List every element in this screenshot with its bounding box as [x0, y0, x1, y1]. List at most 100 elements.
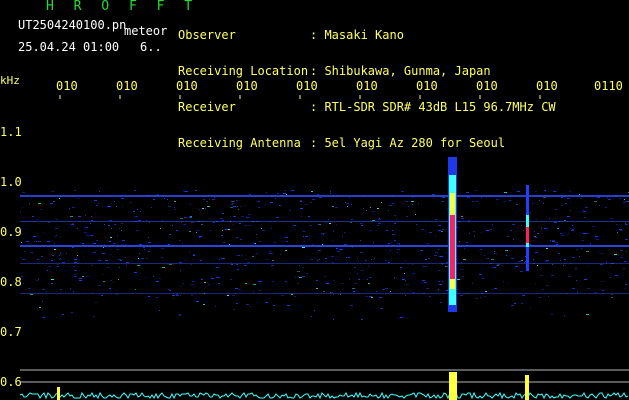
noise-speck: [360, 223, 363, 224]
noise-speck: [412, 197, 413, 198]
noise-speck: [228, 294, 229, 295]
noise-speck: [306, 273, 308, 274]
noise-speck: [318, 259, 320, 260]
noise-speck: [564, 259, 566, 260]
noise-speck: [600, 264, 603, 265]
noise-speck: [192, 259, 193, 260]
noise-speck: [575, 268, 577, 269]
noise-speck: [183, 224, 186, 225]
noise-speck: [72, 207, 75, 208]
noise-speck: [240, 206, 241, 207]
noise-speck: [308, 216, 310, 217]
noise-speck: [561, 197, 563, 198]
noise-speck: [74, 270, 77, 271]
noise-speck: [280, 254, 281, 255]
noise-speck: [447, 208, 448, 209]
noise-speck: [236, 264, 238, 265]
noise-speck: [351, 219, 353, 220]
noise-speck: [102, 206, 103, 207]
noise-speck: [572, 229, 574, 230]
noise-speck: [230, 279, 232, 280]
noise-speck: [396, 219, 397, 220]
noise-speck: [532, 203, 534, 204]
noise-speck: [283, 193, 286, 194]
noise-speck: [584, 217, 586, 218]
noise-speck: [521, 260, 523, 261]
noise-speck: [317, 194, 319, 195]
noise-speck: [302, 267, 304, 268]
noise-speck: [568, 276, 571, 277]
noise-speck: [156, 194, 159, 195]
noise-speck: [73, 291, 74, 292]
datetime-label: 25.04.24 01:00: [18, 40, 120, 54]
noise-speck: [595, 236, 598, 237]
noise-speck: [405, 295, 406, 296]
noise-speck: [241, 291, 242, 292]
noise-speck: [129, 202, 132, 203]
noise-speck: [175, 209, 176, 210]
x-tick-label: 010: [56, 79, 78, 93]
noise-speck: [98, 260, 101, 261]
noise-speck: [333, 294, 334, 295]
noise-speck: [47, 241, 50, 242]
noise-speck: [426, 243, 429, 244]
noise-speck: [385, 288, 388, 289]
noise-speck: [159, 278, 161, 279]
noise-speck: [72, 223, 74, 224]
noise-speck: [466, 192, 469, 193]
noise-speck: [560, 260, 561, 261]
noise-speck: [122, 206, 123, 207]
noise-speck: [438, 270, 440, 271]
noise-speck: [324, 222, 327, 223]
noise-speck: [564, 315, 565, 316]
noise-speck: [438, 230, 441, 231]
noise-speck: [146, 258, 148, 259]
noise-speck: [109, 288, 111, 289]
noise-speck: [567, 198, 570, 199]
noise-speck: [625, 224, 628, 225]
noise-speck: [265, 302, 268, 303]
noise-speck: [60, 289, 62, 290]
noise-speck: [411, 201, 414, 202]
noise-speck: [71, 224, 74, 225]
noise-speck: [349, 197, 350, 198]
noise-speck: [237, 237, 238, 238]
noise-speck: [59, 259, 62, 260]
noise-speck: [442, 264, 443, 265]
noise-speck: [312, 244, 314, 245]
noise-speck: [293, 225, 296, 226]
noise-speck: [270, 222, 271, 223]
noise-speck: [472, 283, 473, 284]
noise-speck: [110, 237, 112, 238]
noise-speck: [33, 236, 36, 237]
noise-speck: [302, 276, 305, 277]
noise-speck: [480, 249, 482, 250]
noise-speck: [536, 219, 537, 220]
noise-speck: [98, 203, 99, 204]
noise-speck: [138, 220, 141, 221]
noise-speck: [625, 223, 626, 224]
noise-speck: [305, 204, 307, 205]
noise-speck: [37, 259, 39, 260]
y-tick-label: 1.0: [0, 175, 22, 189]
noise-speck: [303, 241, 305, 242]
noise-speck: [415, 214, 416, 215]
noise-speck: [623, 202, 625, 203]
noise-speck: [191, 222, 194, 223]
noise-speck: [70, 266, 71, 267]
noise-speck: [82, 276, 84, 277]
noise-speck: [617, 232, 618, 233]
noise-speck: [492, 289, 493, 290]
noise-speck: [461, 216, 463, 217]
noise-speck: [189, 252, 190, 253]
noise-speck: [533, 259, 534, 260]
noise-speck: [216, 277, 219, 278]
noise-speck: [381, 202, 382, 203]
noise-speck: [583, 211, 586, 212]
noise-speck: [358, 279, 360, 280]
noise-speck: [222, 213, 224, 214]
noise-speck: [424, 282, 427, 283]
noise-speck: [252, 256, 254, 257]
noise-speck: [160, 228, 161, 229]
noise-speck: [404, 273, 405, 274]
